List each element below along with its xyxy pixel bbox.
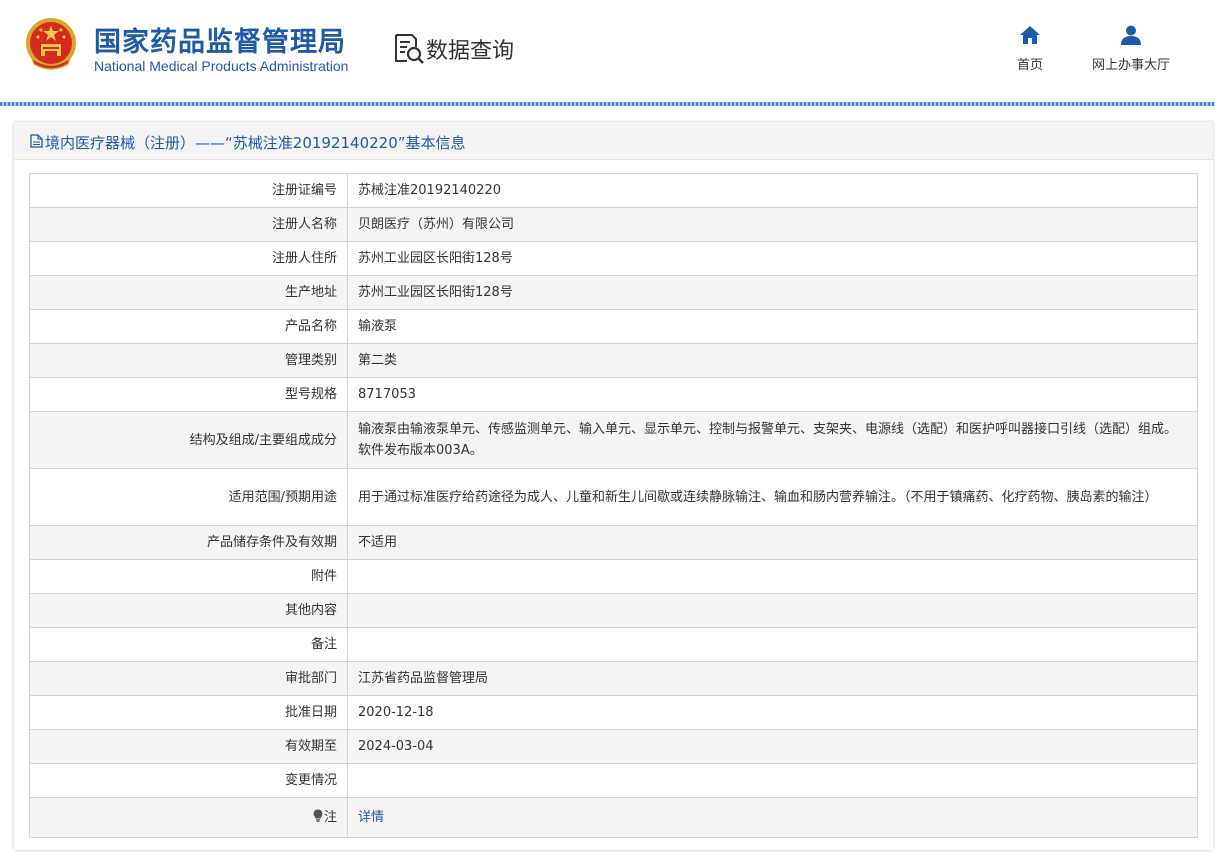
row-label: 注册人住所	[29, 241, 348, 276]
table-row: 产品储存条件及有效期 不适用	[29, 525, 1198, 560]
home-icon	[1020, 26, 1040, 44]
national-emblem-icon	[26, 18, 76, 70]
table-row: 型号规格 8717053	[29, 377, 1198, 412]
row-value: 苏械注准20192140220	[347, 173, 1198, 208]
nav-online-service-hall-link[interactable]: 网上办事大厅	[1082, 24, 1180, 73]
row-value: 8717053	[347, 377, 1198, 412]
registration-info-table: 注册证编号 苏械注准20192140220 注册人名称 贝朗医疗（苏州）有限公司…	[29, 173, 1198, 838]
info-panel: 境内医疗器械（注册）——“苏械注准20192140220”基本信息 注册证编号 …	[14, 122, 1213, 850]
table-row: 结构及组成/主要组成成分 输液泵由输液泵单元、传感监测单元、输入单元、显示单元、…	[29, 411, 1198, 469]
table-row: 生产地址 苏州工业园区长阳街128号	[29, 275, 1198, 310]
details-link[interactable]: 详情	[358, 810, 384, 825]
row-value: 2020-12-18	[347, 695, 1198, 730]
table-row: 管理类别 第二类	[29, 343, 1198, 378]
row-value: 苏州工业园区长阳街128号	[347, 241, 1198, 276]
row-label: 管理类别	[29, 343, 348, 378]
row-value: 不适用	[347, 525, 1198, 560]
row-label: 注册证编号	[29, 173, 348, 208]
panel-header: 境内医疗器械（注册）——“苏械注准20192140220”基本信息	[14, 122, 1213, 160]
row-value	[347, 593, 1198, 628]
site-header: 国家药品监督管理局 National Medical Products Admi…	[0, 0, 1215, 102]
table-row: 注册人名称 贝朗医疗（苏州）有限公司	[29, 207, 1198, 242]
row-label: 结构及组成/主要组成成分	[29, 411, 348, 469]
row-label: 批准日期	[29, 695, 348, 730]
table-row: 产品名称 输液泵	[29, 309, 1198, 344]
row-label: 有效期至	[29, 729, 348, 764]
table-row: 适用范围/预期用途 用于通过标准医疗给药途径为成人、儿童和新生儿间歇或连续静脉输…	[29, 468, 1198, 526]
row-value: 2024-03-04	[347, 729, 1198, 764]
row-value: 用于通过标准医疗给药途径为成人、儿童和新生儿间歇或连续静脉输注、输血和肠内营养输…	[347, 468, 1198, 526]
row-value	[347, 627, 1198, 662]
panel-title: 境内医疗器械（注册）——“苏械注准20192140220”基本信息	[45, 134, 466, 152]
user-icon	[1121, 25, 1141, 45]
agency-name-cn: 国家药品监督管理局	[94, 27, 346, 58]
table-row: 附件	[29, 559, 1198, 594]
table-row: 批准日期 2020-12-18	[29, 695, 1198, 730]
table-row: 审批部门 江苏省药品监督管理局	[29, 661, 1198, 696]
table-row: 变更情况	[29, 763, 1198, 798]
row-label: 其他内容	[29, 593, 348, 628]
note-label: 注	[323, 810, 337, 825]
row-value: 输液泵由输液泵单元、传感监测单元、输入单元、显示单元、控制与报警单元、支架夹、电…	[347, 411, 1198, 469]
row-value: 第二类	[347, 343, 1198, 378]
nav-home-link[interactable]: 首页	[1008, 24, 1052, 73]
row-value: 苏州工业园区长阳街128号	[347, 275, 1198, 310]
row-value	[347, 559, 1198, 594]
row-value: 贝朗医疗（苏州）有限公司	[347, 207, 1198, 242]
note-value-cell: 详情	[347, 797, 1198, 838]
note-row: 注 详情	[29, 797, 1198, 838]
lightbulb-icon	[313, 809, 323, 822]
nav-online-service-hall-label: 网上办事大厅	[1091, 58, 1170, 73]
data-query-title: 数据查询	[426, 39, 515, 64]
row-label: 变更情况	[29, 763, 348, 798]
table-row: 其他内容	[29, 593, 1198, 628]
row-value: 江苏省药品监督管理局	[347, 661, 1198, 696]
table-row: 注册人住所 苏州工业园区长阳街128号	[29, 241, 1198, 276]
row-label: 附件	[29, 559, 348, 594]
row-label: 审批部门	[29, 661, 348, 696]
row-label: 生产地址	[29, 275, 348, 310]
table-row: 有效期至 2024-03-04	[29, 729, 1198, 764]
header-divider	[0, 102, 1215, 106]
nav-home-label: 首页	[1016, 58, 1043, 73]
agency-name-en: National Medical Products Administration	[94, 58, 349, 74]
table-row: 备注	[29, 627, 1198, 662]
row-label: 注册人名称	[29, 207, 348, 242]
document-icon	[30, 134, 43, 148]
note-label-cell: 注	[29, 797, 348, 838]
row-value: 输液泵	[347, 309, 1198, 344]
row-value	[347, 763, 1198, 798]
row-label: 适用范围/预期用途	[29, 468, 348, 526]
table-row: 注册证编号 苏械注准20192140220	[29, 173, 1198, 208]
row-label: 产品名称	[29, 309, 348, 344]
row-label: 产品储存条件及有效期	[29, 525, 348, 560]
row-label: 备注	[29, 627, 348, 662]
data-query-icon	[395, 34, 424, 64]
row-label: 型号规格	[29, 377, 348, 412]
